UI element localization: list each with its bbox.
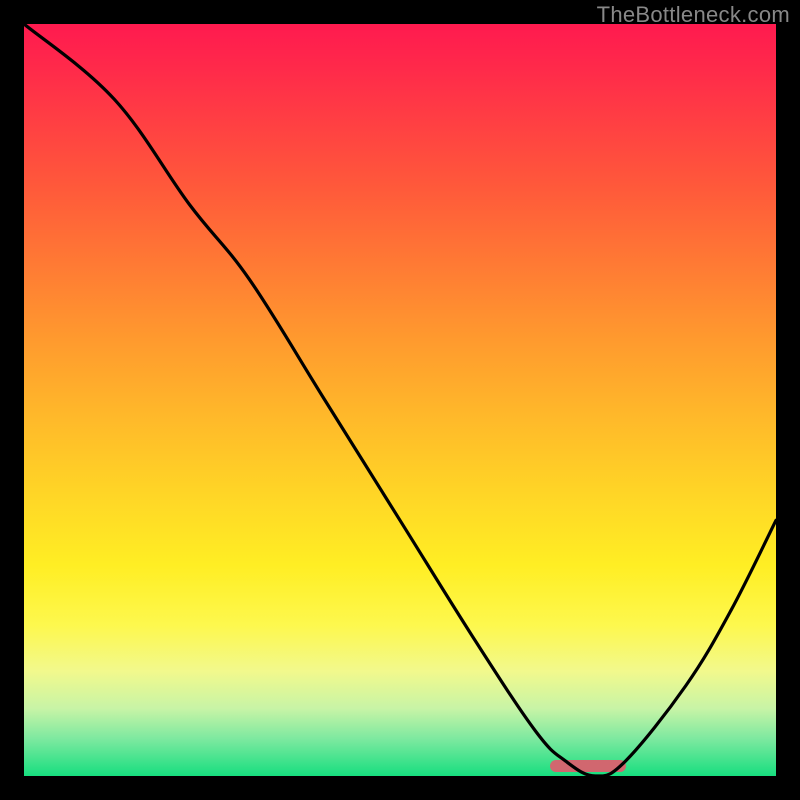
bottleneck-curve (24, 24, 776, 776)
chart-plot-area (24, 24, 776, 776)
chart-stage: TheBottleneck.com (0, 0, 800, 800)
watermark-text: TheBottleneck.com (597, 2, 790, 28)
